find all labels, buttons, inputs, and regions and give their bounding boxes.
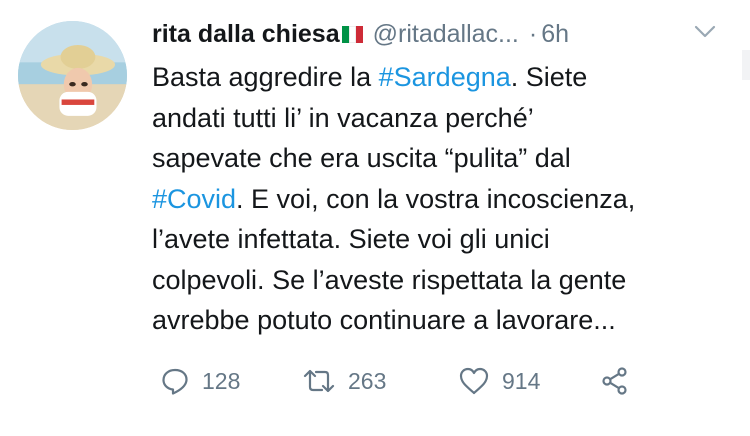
retweet-arrows-icon — [303, 369, 335, 393]
tweet-text-segment: andati tutti li’ in vacanza perché’ — [152, 102, 534, 133]
hashtag-link[interactable]: #Sardegna — [379, 62, 511, 92]
timestamp[interactable]: 6h — [541, 18, 569, 50]
heart-outline-icon — [459, 367, 489, 395]
share-icon — [602, 367, 627, 395]
tweet-actions: 128 263 914 — [160, 366, 630, 396]
reply-count: 128 — [202, 367, 241, 394]
share-button[interactable] — [600, 366, 630, 396]
avatar-image — [18, 21, 127, 130]
display-name[interactable]: rita dalla chiesa — [152, 18, 340, 50]
tweet-line: andati tutti li’ in vacanza perché’ — [152, 98, 742, 139]
retweet-button[interactable]: 263 — [302, 367, 458, 395]
flag-white — [348, 25, 356, 43]
hashtag-link[interactable]: #Covid — [152, 184, 236, 214]
tweet-text-segment: . E voi, con la vostra incoscienza, — [236, 183, 636, 214]
reply-button[interactable]: 128 — [160, 366, 302, 396]
tweet-header: rita dalla chiesa @ritadallac... · 6h — [152, 18, 569, 50]
flag-green — [341, 25, 349, 43]
avatar[interactable] — [18, 21, 127, 130]
tweet-text-segment: avrebbe potuto continuare a lavorare... — [152, 305, 616, 335]
user-handle[interactable]: @ritadallac... — [373, 18, 519, 50]
separator-dot: · — [528, 20, 538, 48]
like-count: 914 — [502, 367, 541, 394]
tweet-text: Basta aggredire la #Sardegna. Siete andat… — [152, 57, 742, 341]
chevron-down-icon[interactable] — [693, 24, 717, 40]
tweet-text-segment: sapevate che era uscita “pulita” dal — [152, 143, 571, 173]
scrollbar-edge — [742, 50, 750, 80]
tweet-line: colpevoli. Se l’aveste rispettata la gen… — [152, 260, 742, 301]
tweet-line: #Covid. E voi, con la vostra incoscienza… — [152, 179, 742, 220]
tweet-text-segment: . Siete — [510, 62, 588, 92]
italy-flag-icon — [341, 25, 363, 43]
comment-bubble-icon — [162, 368, 188, 395]
tweet-text-segment: colpevoli. Se l’aveste rispettata la gen… — [152, 264, 627, 295]
tweet-line: avrebbe potuto continuare a lavorare... — [152, 300, 742, 341]
flag-red — [355, 25, 363, 43]
tweet-line: Basta aggredire la #Sardegna. Siete — [152, 57, 742, 98]
tweet-line: sapevate che era uscita “pulita” dal — [152, 138, 742, 179]
tweet-line: l’avete infettata. Siete voi gli unici — [152, 219, 742, 260]
retweet-count: 263 — [348, 367, 387, 394]
tweet-text-segment: l’avete infettata. Siete voi gli unici — [152, 224, 550, 254]
tweet-text-segment: Basta aggredire la — [152, 62, 379, 92]
like-button[interactable]: 914 — [458, 366, 600, 396]
